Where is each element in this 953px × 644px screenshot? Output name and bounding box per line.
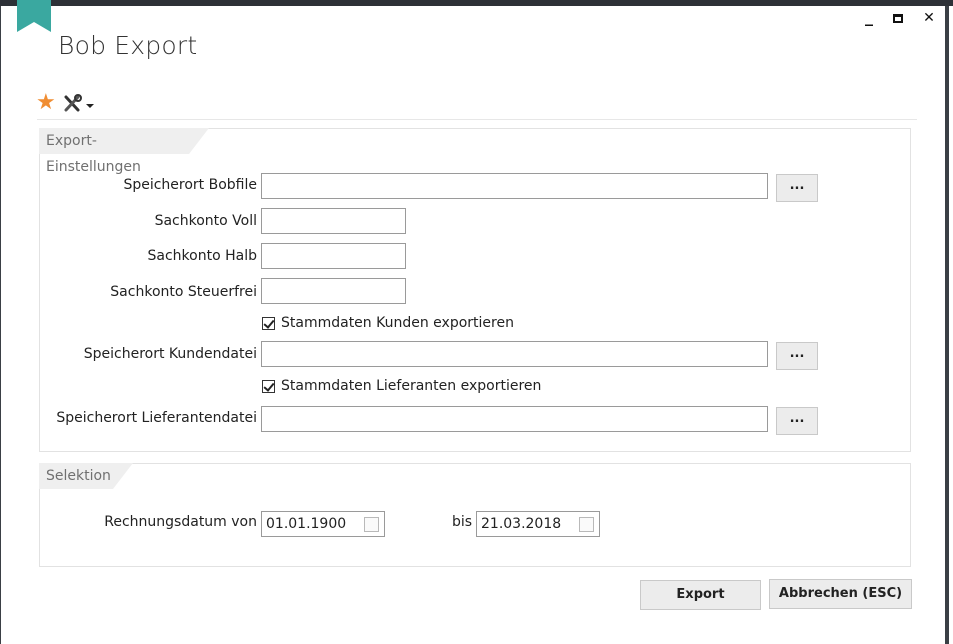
export-button[interactable]: Export bbox=[640, 580, 761, 610]
lieferantendatei-path-input[interactable] bbox=[261, 406, 768, 432]
bis-label: bis bbox=[452, 514, 473, 530]
bookmark-icon bbox=[17, 0, 51, 32]
checkbox-checked-icon bbox=[262, 316, 275, 330]
sachkonto-steuerfrei-label: Sachkonto Steuerfrei bbox=[110, 284, 257, 300]
kunden-export-checkbox[interactable]: Stammdaten Kunden exportieren bbox=[262, 315, 514, 331]
lieferantendatei-browse-button[interactable]: ... bbox=[776, 407, 818, 435]
close-icon: ✕ bbox=[923, 10, 935, 26]
bobfile-label: Speicherort Bobfile bbox=[123, 177, 257, 193]
kundendatei-label: Speicherort Kundendatei bbox=[83, 346, 257, 362]
close-button[interactable]: ✕ bbox=[918, 8, 940, 28]
sachkonto-voll-label: Sachkonto Voll bbox=[154, 213, 257, 229]
cancel-button[interactable]: Abbrechen (ESC) bbox=[769, 579, 912, 609]
maximize-icon bbox=[893, 13, 903, 23]
rechnungsdatum-label: Rechnungsdatum von bbox=[104, 514, 257, 530]
checkbox-checked-icon bbox=[262, 379, 275, 393]
selektion-header: Selektion bbox=[39, 463, 133, 489]
sachkonto-voll-input[interactable] bbox=[261, 208, 406, 234]
kundendatei-browse-button[interactable]: ... bbox=[776, 342, 818, 370]
star-icon[interactable]: ★ bbox=[36, 92, 56, 114]
minimize-button[interactable]: _ bbox=[858, 6, 880, 28]
tools-icon[interactable] bbox=[63, 94, 97, 114]
bobfile-browse-button[interactable]: ... bbox=[776, 174, 818, 202]
lieferanten-export-label: Stammdaten Lieferanten exportieren bbox=[281, 378, 542, 394]
sachkonto-halb-label: Sachkonto Halb bbox=[147, 248, 257, 264]
date-to-value: 21.03.2018 bbox=[481, 516, 562, 532]
date-to-checkbox[interactable] bbox=[579, 517, 594, 532]
export-settings-header: Export-Einstellungen bbox=[39, 128, 209, 175]
export-settings-title: Export-Einstellungen bbox=[46, 133, 141, 175]
bobfile-path-input[interactable] bbox=[261, 173, 768, 199]
kunden-export-label: Stammdaten Kunden exportieren bbox=[281, 315, 514, 331]
sachkonto-halb-input[interactable] bbox=[261, 243, 406, 269]
selektion-title: Selektion bbox=[46, 468, 111, 484]
date-from-picker[interactable]: 01.01.1900 bbox=[261, 511, 385, 537]
maximize-button[interactable] bbox=[887, 8, 909, 28]
sachkonto-steuerfrei-input[interactable] bbox=[261, 278, 406, 304]
kundendatei-path-input[interactable] bbox=[261, 341, 768, 367]
minimize-icon: _ bbox=[865, 6, 873, 26]
toolbar-divider bbox=[37, 119, 917, 120]
lieferanten-export-checkbox[interactable]: Stammdaten Lieferanten exportieren bbox=[262, 378, 541, 394]
window-title: Bob Export bbox=[58, 31, 198, 60]
date-to-picker[interactable]: 21.03.2018 bbox=[476, 511, 600, 537]
date-from-value: 01.01.1900 bbox=[266, 516, 347, 532]
lieferantendatei-label: Speicherort Lieferantendatei bbox=[56, 410, 257, 426]
date-from-checkbox[interactable] bbox=[364, 517, 379, 532]
